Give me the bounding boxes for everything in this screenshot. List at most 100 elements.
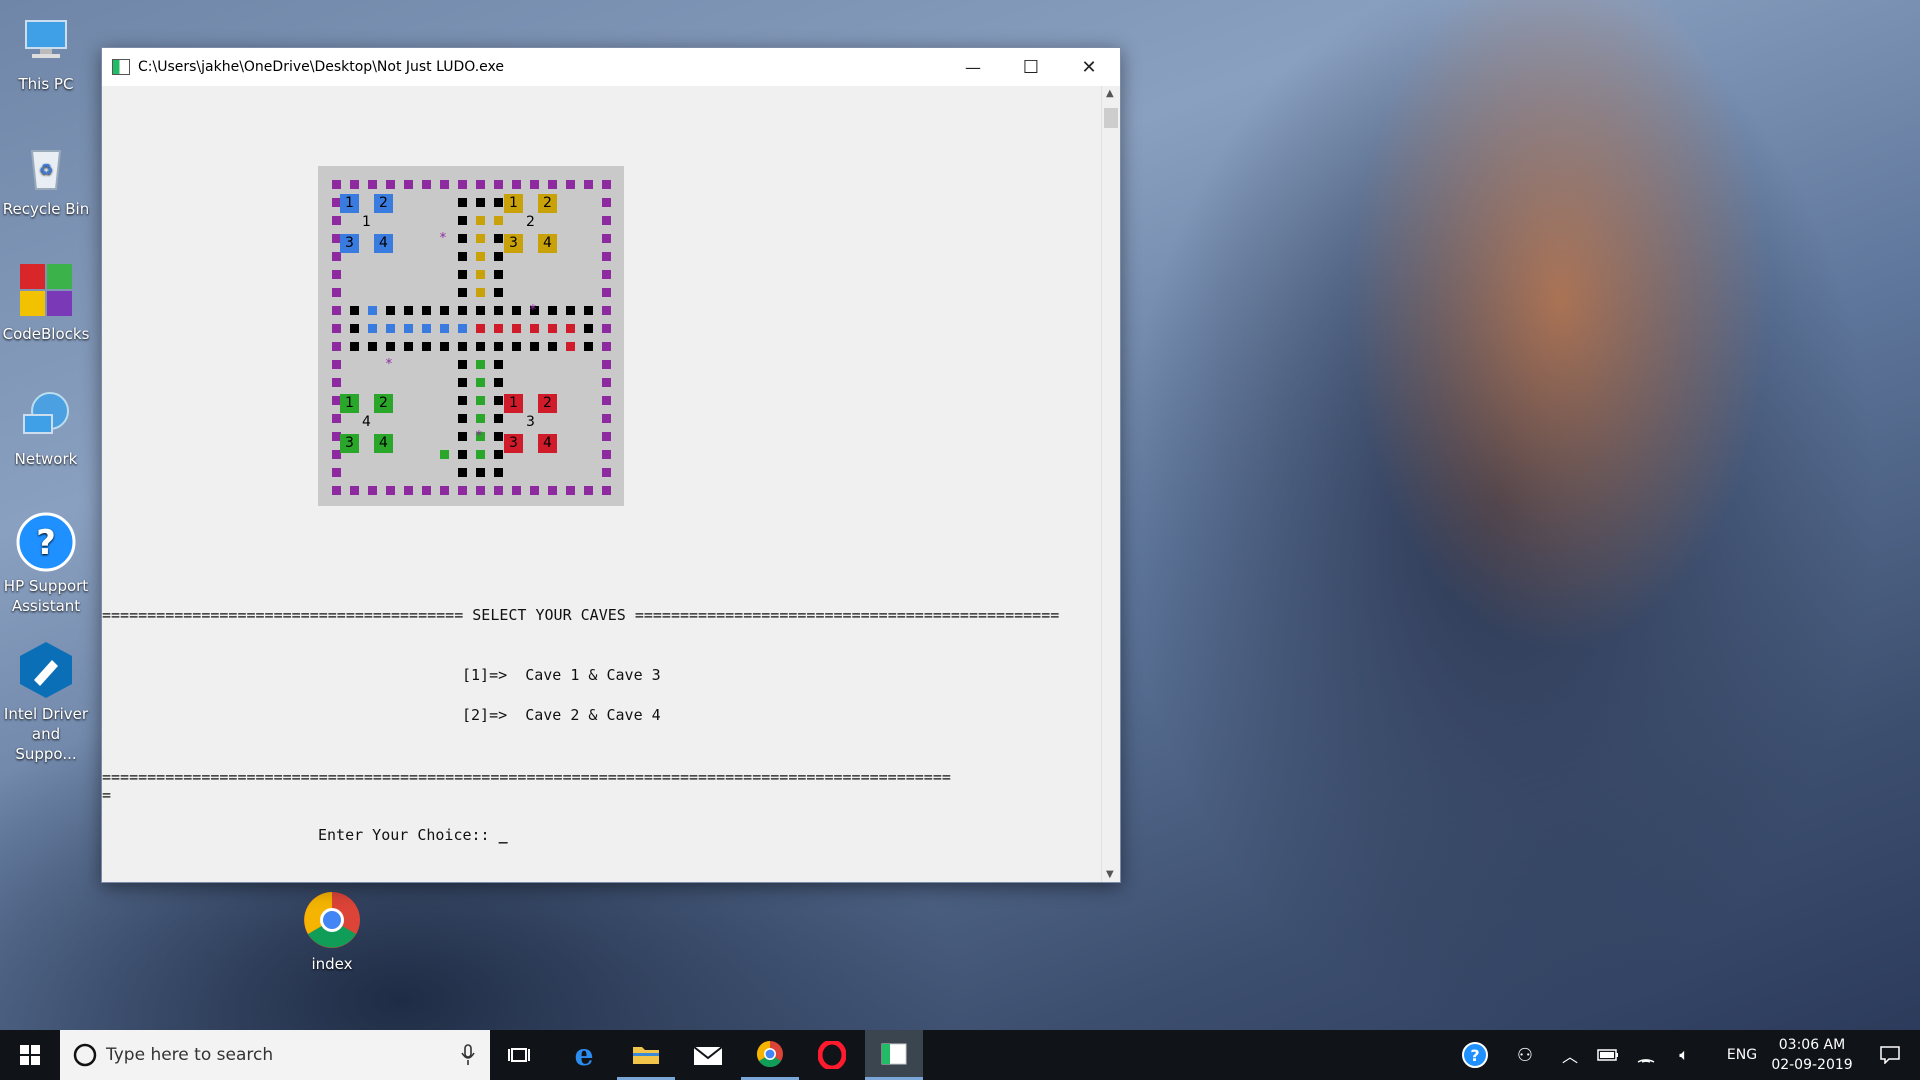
track-cell — [494, 414, 503, 423]
clock-button[interactable]: 03:06 AM 02-09-2019 — [1766, 1030, 1858, 1080]
track-cell — [422, 306, 431, 315]
volume-button[interactable]: 🔈︎ — [1666, 1030, 1702, 1080]
track-cell — [548, 342, 557, 351]
start-button[interactable] — [0, 1030, 60, 1080]
board-border-cell — [440, 180, 449, 189]
separator: ========================================… — [634, 606, 1060, 624]
board-border-cell — [332, 180, 341, 189]
track-cell — [458, 306, 467, 315]
board-border-cell — [602, 414, 611, 423]
title-bar[interactable]: C:\Users\jakhe\OneDrive\Desktop\Not Just… — [102, 48, 1120, 86]
board-border-cell — [602, 360, 611, 369]
desktop-icon-this-pc[interactable]: This PC — [0, 10, 92, 94]
vertical-scrollbar[interactable]: ▲ ▼ — [1101, 86, 1120, 882]
track-cell — [386, 306, 395, 315]
board-border-cell — [602, 486, 611, 495]
desktop-icon-codeblocks[interactable]: CodeBlocks — [0, 260, 92, 344]
desktop-icon-index[interactable]: index — [286, 890, 378, 974]
board-border-cell — [332, 252, 341, 261]
board-border-cell — [602, 180, 611, 189]
scroll-down-icon[interactable]: ▼ — [1106, 869, 1114, 880]
token-red: 4 — [538, 434, 557, 453]
opera-icon — [818, 1041, 846, 1069]
track-cell — [458, 414, 467, 423]
board-border-cell — [602, 306, 611, 315]
desktop-icon-intel-driver[interactable]: Intel Driver and Suppo... — [0, 640, 92, 764]
taskbar: Type here to search e ? ⚇ ︿ 🔈︎ ENG 03:06… — [0, 1030, 1920, 1080]
desktop-icon-recycle-bin[interactable]: ♻ Recycle Bin — [0, 135, 92, 219]
track-cell — [440, 342, 449, 351]
scroll-up-icon[interactable]: ▲ — [1106, 88, 1114, 99]
track-cell — [458, 468, 467, 477]
taskbar-mail[interactable] — [679, 1030, 737, 1080]
cave-number-label: 1 — [362, 214, 371, 230]
home-lane-cell — [458, 324, 467, 333]
token-yellow: 2 — [538, 194, 557, 213]
choice-prompt-line[interactable]: Enter Your Choice:: _ — [318, 826, 508, 844]
task-view-button[interactable] — [490, 1030, 548, 1080]
network-status-button[interactable] — [1628, 1030, 1664, 1080]
select-caves-heading-line: ========================================… — [102, 606, 1059, 624]
taskbar-edge[interactable]: e — [555, 1030, 613, 1080]
taskbar-opera[interactable] — [803, 1030, 861, 1080]
token-blue: 4 — [374, 234, 393, 253]
board-border-cell — [350, 180, 359, 189]
hp-support-tray[interactable]: ? — [1452, 1030, 1498, 1080]
track-cell — [494, 432, 503, 441]
token-red: 2 — [538, 394, 557, 413]
home-lane-cell — [476, 324, 485, 333]
battery-button[interactable] — [1590, 1030, 1626, 1080]
network-icon — [16, 385, 76, 445]
show-hidden-icons-button[interactable]: ︿ — [1552, 1030, 1588, 1080]
desktop-icon-label: Intel Driver and Suppo... — [3, 705, 89, 763]
track-cell — [476, 306, 485, 315]
home-lane-cell — [476, 378, 485, 387]
recycle-bin-icon: ♻ — [16, 135, 76, 195]
token-yellow: 4 — [538, 234, 557, 253]
track-cell — [422, 342, 431, 351]
track-cell — [494, 360, 503, 369]
home-lane-cell — [440, 324, 449, 333]
window-title: C:\Users\jakhe\OneDrive\Desktop\Not Just… — [138, 59, 504, 75]
desktop-icon-label: This PC — [18, 75, 74, 93]
board-border-cell — [476, 486, 485, 495]
people-button[interactable]: ⚇ — [1502, 1030, 1548, 1080]
codeblocks-icon — [16, 260, 76, 320]
wifi-icon — [1637, 1059, 1655, 1063]
track-cell — [530, 342, 539, 351]
token-yellow: 3 — [504, 234, 523, 253]
track-cell — [458, 396, 467, 405]
taskbar-chrome[interactable] — [741, 1030, 799, 1080]
board-border-cell — [602, 324, 611, 333]
close-button[interactable]: ✕ — [1060, 48, 1118, 86]
taskbar-file-explorer[interactable] — [617, 1030, 675, 1080]
board-border-cell — [548, 180, 557, 189]
track-cell — [458, 198, 467, 207]
desktop-icon-hp-support[interactable]: ? HP Support Assistant — [0, 512, 92, 616]
task-view-icon — [508, 1048, 530, 1062]
taskbar-console-app[interactable] — [865, 1030, 923, 1080]
desktop-icon-network[interactable]: Network — [0, 385, 92, 469]
token-blue: 1 — [340, 194, 359, 213]
board-border-cell — [332, 306, 341, 315]
board-border-cell — [332, 468, 341, 477]
track-cell — [494, 396, 503, 405]
chevron-up-icon: ︿ — [1561, 1047, 1578, 1066]
maximize-button[interactable]: ☐ — [1002, 48, 1060, 86]
board-border-cell — [530, 180, 539, 189]
start-cell-red — [566, 342, 575, 351]
minimize-button[interactable]: — — [944, 48, 1002, 86]
home-lane-cell — [584, 324, 593, 333]
input-language-button[interactable]: ENG — [1722, 1030, 1762, 1080]
action-center-button[interactable] — [1862, 1030, 1918, 1080]
token-red: 3 — [504, 434, 523, 453]
scrollbar-thumb[interactable] — [1104, 108, 1118, 128]
start-cell-green — [440, 450, 449, 459]
home-lane-cell — [566, 324, 575, 333]
track-cell — [494, 270, 503, 279]
home-lane-cell — [494, 324, 503, 333]
board-border-cell — [332, 486, 341, 495]
taskbar-search-box[interactable]: Type here to search — [60, 1030, 490, 1080]
console-window[interactable]: C:\Users\jakhe\OneDrive\Desktop\Not Just… — [101, 47, 1121, 883]
chrome-icon — [756, 1040, 783, 1067]
